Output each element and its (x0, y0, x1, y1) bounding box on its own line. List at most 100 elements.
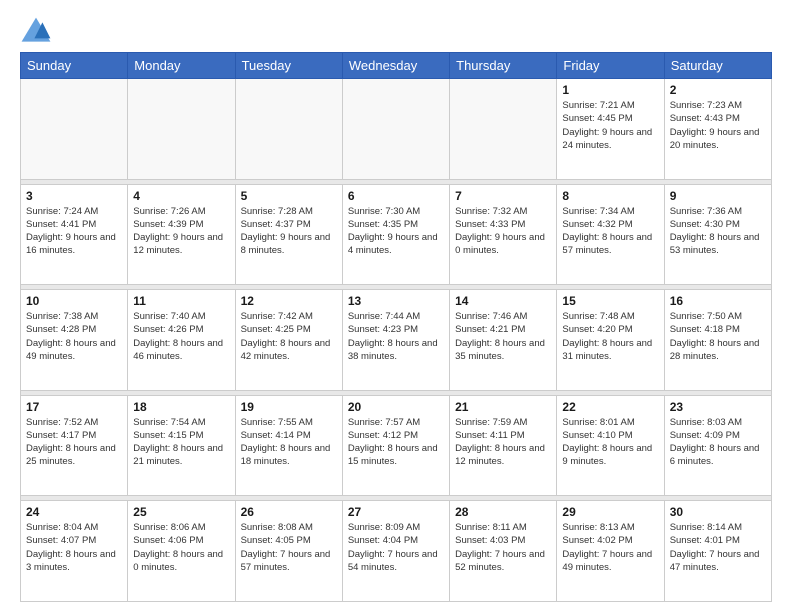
calendar-week-row: 24 Sunrise: 8:04 AMSunset: 4:07 PMDayligh… (21, 501, 772, 602)
calendar-day-header: Thursday (450, 53, 557, 79)
day-number: 18 (133, 400, 229, 414)
calendar-cell: 30 Sunrise: 8:14 AMSunset: 4:01 PMDayligh… (664, 501, 771, 602)
day-number: 15 (562, 294, 658, 308)
calendar-cell: 14 Sunrise: 7:46 AMSunset: 4:21 PMDayligh… (450, 290, 557, 391)
calendar-cell: 1 Sunrise: 7:21 AMSunset: 4:45 PMDaylight… (557, 79, 664, 180)
calendar-cell: 15 Sunrise: 7:48 AMSunset: 4:20 PMDayligh… (557, 290, 664, 391)
calendar-cell: 22 Sunrise: 8:01 AMSunset: 4:10 PMDayligh… (557, 395, 664, 496)
calendar-cell: 10 Sunrise: 7:38 AMSunset: 4:28 PMDayligh… (21, 290, 128, 391)
calendar-cell: 7Sunrise: 7:32 AMSunset: 4:33 PMDaylight… (450, 184, 557, 285)
day-info: Sunrise: 7:24 AMSunset: 4:41 PMDaylight:… (26, 205, 122, 258)
calendar-cell: 2 Sunrise: 7:23 AMSunset: 4:43 PMDaylight… (664, 79, 771, 180)
calendar-cell: 19 Sunrise: 7:55 AMSunset: 4:14 PMDayligh… (235, 395, 342, 496)
calendar-day-header: Sunday (21, 53, 128, 79)
calendar-cell: 21 Sunrise: 7:59 AMSunset: 4:11 PMDayligh… (450, 395, 557, 496)
day-number: 9 (670, 189, 766, 203)
day-info: Sunrise: 7:28 AMSunset: 4:37 PMDaylight:… (241, 205, 337, 258)
day-number: 22 (562, 400, 658, 414)
day-info: Sunrise: 7:52 AMSunset: 4:17 PMDaylight:… (26, 416, 122, 469)
day-info: Sunrise: 8:11 AMSunset: 4:03 PMDaylight:… (455, 521, 551, 574)
day-number: 16 (670, 294, 766, 308)
calendar-cell: 29 Sunrise: 8:13 AMSunset: 4:02 PMDayligh… (557, 501, 664, 602)
calendar-cell (128, 79, 235, 180)
day-info: Sunrise: 7:38 AMSunset: 4:28 PMDaylight:… (26, 310, 122, 363)
day-number: 10 (26, 294, 122, 308)
day-info: Sunrise: 7:21 AMSunset: 4:45 PMDaylight:… (562, 99, 658, 152)
day-number: 20 (348, 400, 444, 414)
day-number: 13 (348, 294, 444, 308)
day-info: Sunrise: 7:36 AMSunset: 4:30 PMDaylight:… (670, 205, 766, 258)
calendar-cell: 20 Sunrise: 7:57 AMSunset: 4:12 PMDayligh… (342, 395, 449, 496)
calendar-cell (342, 79, 449, 180)
day-number: 28 (455, 505, 551, 519)
calendar-cell: 17 Sunrise: 7:52 AMSunset: 4:17 PMDayligh… (21, 395, 128, 496)
day-number: 24 (26, 505, 122, 519)
calendar-cell: 6Sunrise: 7:30 AMSunset: 4:35 PMDaylight… (342, 184, 449, 285)
day-info: Sunrise: 7:55 AMSunset: 4:14 PMDaylight:… (241, 416, 337, 469)
calendar-cell (21, 79, 128, 180)
day-number: 21 (455, 400, 551, 414)
page: SundayMondayTuesdayWednesdayThursdayFrid… (0, 0, 792, 612)
calendar-cell: 12Sunrise: 7:42 AMSunset: 4:25 PMDayligh… (235, 290, 342, 391)
calendar-day-header: Tuesday (235, 53, 342, 79)
day-info: Sunrise: 7:44 AMSunset: 4:23 PMDaylight:… (348, 310, 444, 363)
day-info: Sunrise: 7:46 AMSunset: 4:21 PMDaylight:… (455, 310, 551, 363)
day-number: 3 (26, 189, 122, 203)
day-number: 19 (241, 400, 337, 414)
calendar-cell: 18Sunrise: 7:54 AMSunset: 4:15 PMDayligh… (128, 395, 235, 496)
day-info: Sunrise: 7:34 AMSunset: 4:32 PMDaylight:… (562, 205, 658, 258)
calendar-day-header: Saturday (664, 53, 771, 79)
day-info: Sunrise: 7:23 AMSunset: 4:43 PMDaylight:… (670, 99, 766, 152)
day-info: Sunrise: 7:50 AMSunset: 4:18 PMDaylight:… (670, 310, 766, 363)
calendar-day-header: Friday (557, 53, 664, 79)
day-info: Sunrise: 7:48 AMSunset: 4:20 PMDaylight:… (562, 310, 658, 363)
calendar-cell (450, 79, 557, 180)
calendar-week-row: 3 Sunrise: 7:24 AMSunset: 4:41 PMDaylight… (21, 184, 772, 285)
day-number: 14 (455, 294, 551, 308)
calendar-cell: 9 Sunrise: 7:36 AMSunset: 4:30 PMDaylight… (664, 184, 771, 285)
day-number: 30 (670, 505, 766, 519)
calendar-cell: 28 Sunrise: 8:11 AMSunset: 4:03 PMDayligh… (450, 501, 557, 602)
calendar-cell (235, 79, 342, 180)
calendar-cell: 26Sunrise: 8:08 AMSunset: 4:05 PMDayligh… (235, 501, 342, 602)
day-number: 26 (241, 505, 337, 519)
day-info: Sunrise: 8:04 AMSunset: 4:07 PMDaylight:… (26, 521, 122, 574)
calendar-cell: 16 Sunrise: 7:50 AMSunset: 4:18 PMDayligh… (664, 290, 771, 391)
logo (20, 16, 56, 44)
day-info: Sunrise: 8:06 AMSunset: 4:06 PMDaylight:… (133, 521, 229, 574)
calendar-cell: 25 Sunrise: 8:06 AMSunset: 4:06 PMDayligh… (128, 501, 235, 602)
day-number: 1 (562, 83, 658, 97)
day-info: Sunrise: 8:01 AMSunset: 4:10 PMDaylight:… (562, 416, 658, 469)
day-number: 6 (348, 189, 444, 203)
calendar-week-row: 17 Sunrise: 7:52 AMSunset: 4:17 PMDayligh… (21, 395, 772, 496)
day-number: 12 (241, 294, 337, 308)
day-info: Sunrise: 7:57 AMSunset: 4:12 PMDaylight:… (348, 416, 444, 469)
calendar: SundayMondayTuesdayWednesdayThursdayFrid… (20, 52, 772, 602)
calendar-header-row: SundayMondayTuesdayWednesdayThursdayFrid… (21, 53, 772, 79)
day-number: 23 (670, 400, 766, 414)
day-number: 4 (133, 189, 229, 203)
day-info: Sunrise: 7:40 AMSunset: 4:26 PMDaylight:… (133, 310, 229, 363)
day-info: Sunrise: 8:09 AMSunset: 4:04 PMDaylight:… (348, 521, 444, 574)
day-number: 29 (562, 505, 658, 519)
calendar-cell: 3 Sunrise: 7:24 AMSunset: 4:41 PMDaylight… (21, 184, 128, 285)
day-number: 25 (133, 505, 229, 519)
day-info: Sunrise: 8:03 AMSunset: 4:09 PMDaylight:… (670, 416, 766, 469)
calendar-day-header: Wednesday (342, 53, 449, 79)
day-number: 11 (133, 294, 229, 308)
logo-icon (20, 16, 52, 44)
day-info: Sunrise: 7:59 AMSunset: 4:11 PMDaylight:… (455, 416, 551, 469)
calendar-cell: 5 Sunrise: 7:28 AMSunset: 4:37 PMDaylight… (235, 184, 342, 285)
calendar-cell: 23 Sunrise: 8:03 AMSunset: 4:09 PMDayligh… (664, 395, 771, 496)
day-info: Sunrise: 8:13 AMSunset: 4:02 PMDaylight:… (562, 521, 658, 574)
day-number: 27 (348, 505, 444, 519)
day-info: Sunrise: 7:32 AMSunset: 4:33 PMDaylight:… (455, 205, 551, 258)
calendar-cell: 4 Sunrise: 7:26 AMSunset: 4:39 PMDaylight… (128, 184, 235, 285)
day-info: Sunrise: 7:26 AMSunset: 4:39 PMDaylight:… (133, 205, 229, 258)
calendar-day-header: Monday (128, 53, 235, 79)
calendar-cell: 24 Sunrise: 8:04 AMSunset: 4:07 PMDayligh… (21, 501, 128, 602)
day-info: Sunrise: 8:14 AMSunset: 4:01 PMDaylight:… (670, 521, 766, 574)
day-number: 2 (670, 83, 766, 97)
day-number: 17 (26, 400, 122, 414)
day-number: 5 (241, 189, 337, 203)
